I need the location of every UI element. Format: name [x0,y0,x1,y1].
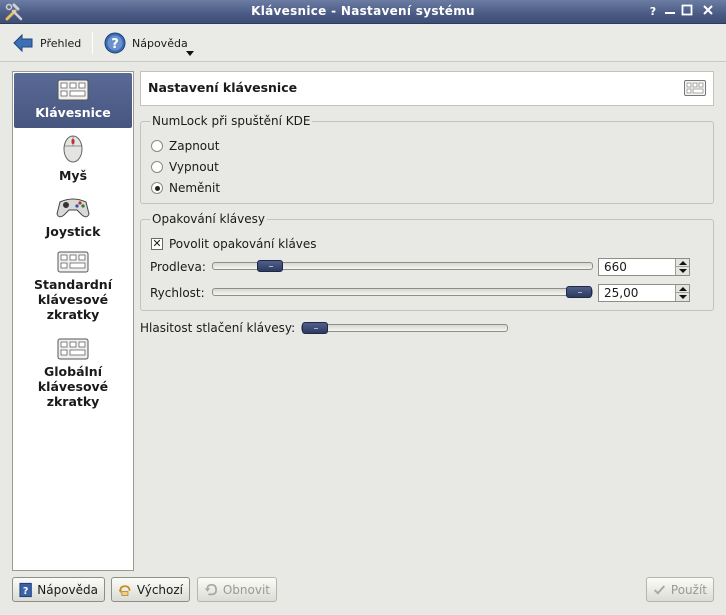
spin-up-button[interactable] [675,285,689,293]
overview-button[interactable]: Přehled [8,30,85,56]
help-window-button[interactable]: ? [645,4,661,20]
rate-value: 25,00 [604,286,639,300]
radio-button[interactable] [151,161,163,173]
sidebar-item-label: Myš [58,168,88,183]
delay-slider-handle[interactable] [257,260,283,272]
undo-icon [204,583,217,595]
delay-spinbox[interactable]: 660 [598,258,690,276]
delay-label: Prodleva: [150,260,206,274]
numlock-radio-on[interactable]: Zapnout [151,139,219,153]
sidebar-item-keyboard[interactable]: Klávesnice [14,73,132,128]
back-arrow-icon [13,33,33,53]
sidebar-item-standard-shortcuts[interactable]: Standardní klávesové zkratky [14,251,132,331]
window-titlebar[interactable]: Klávesnice - Nastavení systému ? [0,0,726,24]
minimize-button[interactable] [662,4,678,20]
keyboard-icon [684,80,706,96]
module-sidebar: Klávesnice Myš Joystick Standardní kláve… [12,71,134,571]
click-volume-label: Hlasitost stlačení klávesy: [140,321,296,335]
help-icon: ? [104,32,126,54]
spin-up-button[interactable] [675,259,689,267]
svg-text:?: ? [111,37,119,52]
repeat-enable-checkbox-row[interactable]: ✕ Povolit opakování kláves [151,237,317,251]
rate-slider-handle[interactable] [566,286,592,298]
chevron-down-icon[interactable] [186,51,194,56]
rate-slider[interactable] [212,286,593,298]
help-book-icon: ? [19,582,32,597]
delay-slider[interactable] [212,260,593,272]
repeat-enable-checkbox[interactable]: ✕ [151,238,163,250]
close-icon [703,5,713,15]
rate-spinbox[interactable]: 25,00 [598,284,690,302]
help-button-label: Nápověda [37,582,98,597]
page-title: Nastavení klávesnice [148,80,298,95]
reset-button-label: Obnovit [222,582,270,597]
sidebar-item-label: Joystick [45,224,101,239]
numlock-group: NumLock při spuštění KDE Zapnout Vypnout… [140,114,714,204]
key-repeat-group-title: Opakování klávesy [150,212,267,226]
click-volume-slider[interactable] [301,322,508,334]
help-menu-button[interactable]: ? Nápověda [100,30,192,56]
minimize-icon [665,12,675,14]
svg-text:?: ? [23,585,28,596]
keyboard-icon [57,338,89,360]
checkmark-icon [653,584,666,595]
apply-button[interactable]: Použít [646,577,714,602]
numlock-radio-unchanged[interactable]: Neměnit [151,181,220,195]
click-volume-slider-handle[interactable] [302,322,328,334]
rate-label: Rychlost: [150,286,205,300]
key-repeat-group: Opakování klávesy ✕ Povolit opakování kl… [140,212,714,311]
spin-down-button[interactable] [675,293,689,301]
radio-label: Vypnout [169,160,219,174]
radio-button[interactable] [151,182,163,194]
reset-button[interactable]: Obnovit [197,577,277,602]
radio-label: Zapnout [169,139,220,153]
defaults-button[interactable]: Výchozí [111,577,190,602]
spin-down-button[interactable] [675,267,689,275]
help-button[interactable]: ? Nápověda [12,577,105,602]
sidebar-item-label: Standardní klávesové zkratky [34,277,112,322]
module-header: Nastavení klávesnice [140,71,714,106]
maximize-icon [681,4,693,16]
joystick-icon [56,198,90,218]
toolbar: Přehled ? Nápověda [0,24,726,62]
delay-value: 660 [604,260,627,274]
keyboard-icon [57,251,89,273]
numlock-group-title: NumLock při spuštění KDE [150,114,313,128]
sidebar-item-global-shortcuts[interactable]: Globální klávesové zkratky [14,338,132,418]
maximize-button[interactable] [679,4,695,20]
radio-button[interactable] [151,140,163,152]
defaults-icon [118,584,131,596]
defaults-button-label: Výchozí [136,582,183,597]
radio-label: Neměnit [169,181,221,195]
toolbar-separator [92,32,93,54]
numlock-radio-off[interactable]: Vypnout [151,160,219,174]
window-title: Klávesnice - Nastavení systému [251,4,475,18]
apply-button-label: Použít [670,582,707,597]
mouse-icon [63,135,83,163]
overview-label: Přehled [40,36,82,50]
help-menu-label: Nápověda [132,36,188,50]
sidebar-item-label: Globální klávesové zkratky [37,364,109,409]
sidebar-item-joystick[interactable]: Joystick [14,194,132,242]
sidebar-item-mouse[interactable]: Myš [14,134,132,184]
close-button[interactable] [700,4,716,20]
checkbox-label: Povolit opakování kláves [169,237,317,251]
keyboard-icon [57,79,89,101]
sidebar-item-label: Klávesnice [35,105,111,120]
